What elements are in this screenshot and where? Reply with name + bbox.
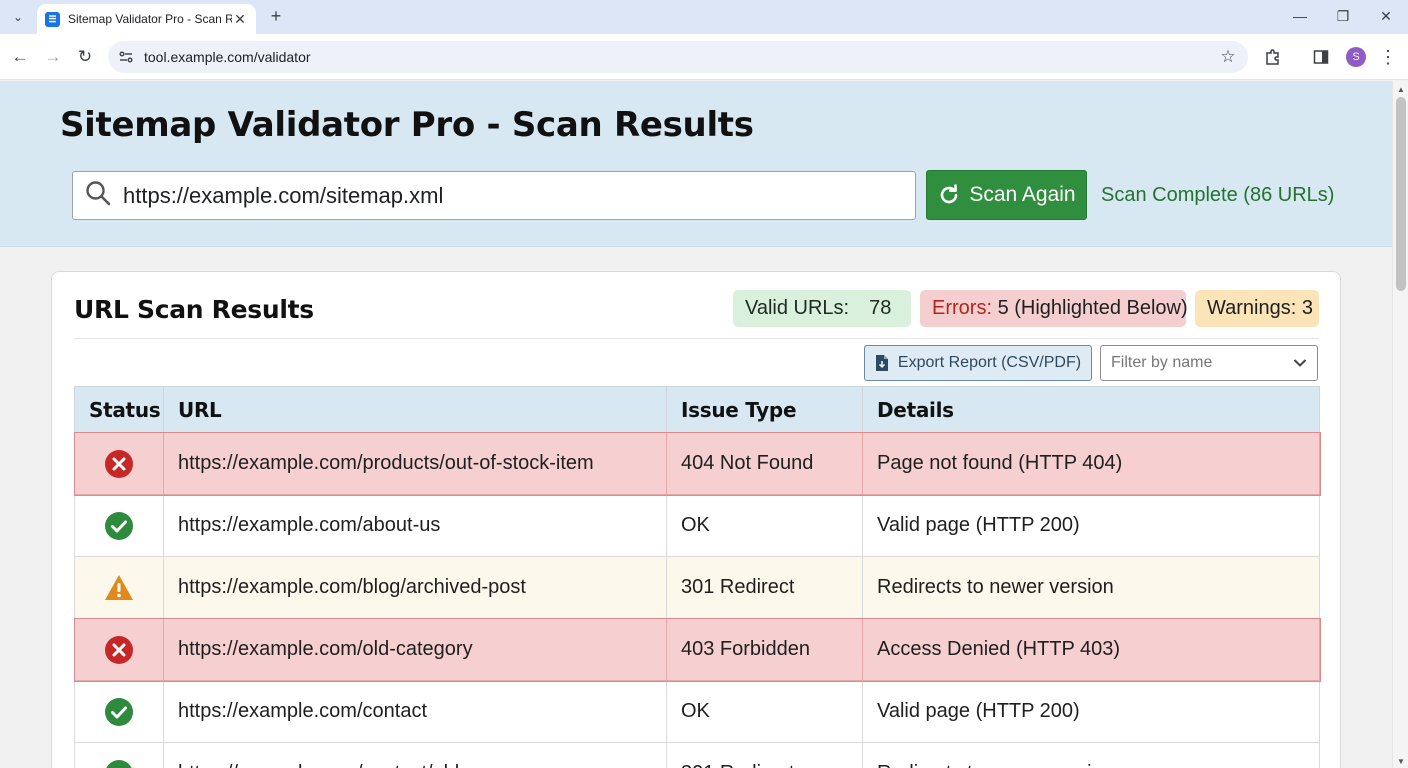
scan-status-text: Scan Complete (86 URLs)	[1101, 184, 1335, 206]
url-cell[interactable]: https://example.com/blog/archived-post	[163, 556, 667, 619]
table-row[interactable]: https://example.com/contact OK Valid pag…	[74, 680, 1320, 743]
results-table: Status URL Issue Type Details https://ex…	[73, 386, 1321, 768]
warnings-label: Warnings:	[1207, 297, 1297, 319]
errors-badge: Errors: 5 (Highlighted Below)	[920, 290, 1188, 327]
results-card: URL Scan Results Valid URLs: 78 Errors: 5…	[51, 271, 1341, 768]
status-cell	[74, 432, 164, 495]
browser-toolbar: ← → ↻ tool.example.com/validator ☆ S ⋮	[0, 34, 1408, 80]
header-band: Sitemap Validator Pro - Scan Results Sca…	[0, 81, 1392, 247]
page-viewport: Sitemap Validator Pro - Scan Results Sca…	[0, 81, 1392, 768]
browser-tab[interactable]: ☰ Sitemap Validator Pro - Scan R ✕	[37, 4, 256, 34]
column-header-url[interactable]: URL	[163, 386, 667, 433]
search-icon	[85, 180, 111, 211]
address-bar[interactable]: tool.example.com/validator ☆	[108, 41, 1248, 73]
minimize-icon[interactable]: —	[1288, 6, 1312, 26]
issue-cell: OK	[666, 680, 863, 743]
export-report-button[interactable]: Export Report (CSV/PDF)	[864, 345, 1092, 381]
issue-cell: 301 Redirect	[666, 556, 863, 619]
warnings-badge: Warnings: 3	[1195, 290, 1319, 327]
page-title: Sitemap Validator Pro - Scan Results	[60, 105, 754, 145]
table-header-row: Status URL Issue Type Details	[74, 386, 1320, 433]
issue-cell: OK	[666, 494, 863, 557]
table-row[interactable]: https://example.com/contact/old 301 Redi…	[74, 742, 1320, 768]
details-cell: Redirects to newer version	[862, 742, 1320, 768]
table-row[interactable]: https://example.com/about-us OK Valid pa…	[74, 494, 1320, 557]
issue-cell: 403 Forbidden	[666, 618, 863, 681]
results-title: URL Scan Results	[74, 295, 314, 324]
sitemap-url-input[interactable]	[123, 182, 883, 209]
issue-cell: 301 Redirect	[666, 742, 863, 768]
reload-icon[interactable]: ↻	[73, 45, 97, 69]
extensions-puzzle-icon[interactable]	[1262, 46, 1284, 68]
filter-dropdown[interactable]: Filter by name	[1100, 345, 1318, 381]
url-cell[interactable]: https://example.com/contact	[163, 680, 667, 743]
browser-menu-icon[interactable]: ⋮	[1378, 45, 1398, 69]
back-arrow-icon[interactable]: ←	[8, 45, 32, 69]
status-cell	[74, 556, 164, 619]
scroll-down-arrow-icon[interactable]: ▼	[1397, 757, 1405, 766]
x-circle-icon	[105, 449, 133, 478]
details-cell: Page not found (HTTP 404)	[862, 432, 1320, 495]
tab-title: Sitemap Validator Pro - Scan R	[68, 12, 232, 26]
column-header-details[interactable]: Details	[862, 386, 1320, 433]
valid-urls-badge: Valid URLs: 78	[733, 290, 911, 327]
column-header-status[interactable]: Status	[74, 386, 164, 433]
status-cell	[74, 742, 164, 768]
filter-placeholder: Filter by name	[1111, 354, 1213, 371]
check-circle-icon	[105, 511, 133, 540]
divider	[74, 338, 1319, 339]
status-cell	[74, 494, 164, 557]
check-circle-icon	[106, 759, 132, 768]
warnings-value: 3	[1301, 297, 1313, 319]
warning-triangle-icon	[105, 574, 133, 600]
url-cell[interactable]: https://example.com/contact/old	[163, 742, 667, 768]
status-cell	[74, 618, 164, 681]
favicon-icon: ☰	[45, 11, 60, 27]
details-cell: Valid page (HTTP 200)	[862, 680, 1320, 743]
table-row[interactable]: https://example.com/old-category 403 For…	[73, 617, 1321, 682]
table-row[interactable]: https://example.com/blog/archived-post 3…	[74, 556, 1320, 619]
file-export-icon	[875, 355, 888, 371]
valid-urls-label: Valid URLs:	[745, 297, 850, 319]
window-close-icon[interactable]: ✕	[1374, 6, 1398, 26]
table-row[interactable]: https://example.com/products/out-of-stoc…	[73, 431, 1321, 496]
check-circle-icon	[105, 697, 133, 726]
url-cell[interactable]: https://example.com/about-us	[163, 494, 667, 557]
url-cell[interactable]: https://example.com/products/out-of-stoc…	[163, 432, 667, 495]
profile-avatar[interactable]: S	[1346, 47, 1366, 67]
url-cell[interactable]: https://example.com/old-category	[163, 618, 667, 681]
tab-close-icon[interactable]: ✕	[232, 11, 248, 28]
scroll-up-arrow-icon[interactable]: ▲	[1397, 85, 1405, 94]
site-info-icon[interactable]	[118, 49, 134, 65]
tab-search-chevron-icon[interactable]: ⌄	[6, 6, 30, 28]
details-cell: Redirects to newer version	[862, 556, 1320, 619]
refresh-icon	[941, 184, 958, 204]
forward-arrow-icon[interactable]: →	[41, 45, 65, 69]
details-cell: Valid page (HTTP 200)	[862, 494, 1320, 557]
sitemap-url-field[interactable]	[72, 171, 916, 220]
x-circle-icon	[105, 635, 133, 664]
scan-again-label: Scan Again	[969, 183, 1076, 206]
page-scrollbar[interactable]: ▲ ▼	[1392, 81, 1408, 768]
browser-tab-bar: ⌄ ☰ Sitemap Validator Pro - Scan R ✕ + —…	[0, 0, 1408, 34]
errors-value: 5 (Highlighted Below)	[997, 297, 1188, 319]
side-panel-icon[interactable]	[1310, 46, 1332, 68]
issue-cell: 404 Not Found	[666, 432, 863, 495]
restore-icon[interactable]: ❐	[1331, 6, 1355, 26]
scan-again-button[interactable]: Scan Again	[926, 170, 1087, 220]
export-report-label: Export Report (CSV/PDF)	[897, 354, 1082, 371]
column-header-issue-type[interactable]: Issue Type	[666, 386, 863, 433]
new-tab-plus-icon[interactable]: +	[266, 6, 286, 26]
details-cell: Access Denied (HTTP 403)	[862, 618, 1320, 681]
errors-label: Errors:	[932, 297, 992, 319]
status-cell	[74, 680, 164, 743]
valid-urls-count: 78	[869, 297, 892, 319]
bookmark-star-icon[interactable]: ☆	[1218, 47, 1238, 67]
chevron-down-icon	[1293, 359, 1307, 367]
scrollbar-thumb[interactable]	[1396, 97, 1406, 291]
address-text: tool.example.com/validator	[144, 49, 311, 65]
